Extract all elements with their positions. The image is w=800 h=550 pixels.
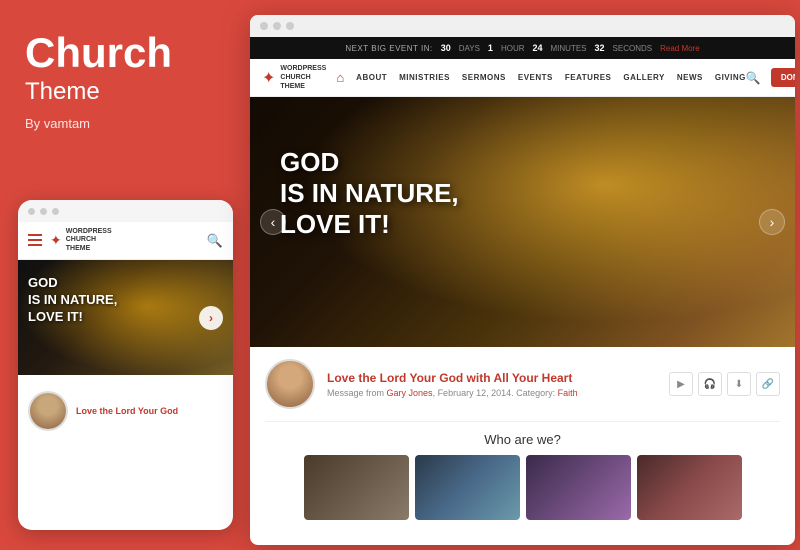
event-seconds-count: 32 xyxy=(595,43,605,53)
event-read-more-link[interactable]: Read More xyxy=(660,44,700,53)
desktop-dot-3 xyxy=(286,22,294,30)
desktop-mockup: NEXT BIG EVENT IN: 30 DAYS 1 HOUR 24 MIN… xyxy=(250,15,795,545)
sermon-category: Faith xyxy=(558,388,578,398)
who-image-3 xyxy=(526,455,631,520)
mobile-dot-2 xyxy=(40,208,47,215)
mobile-hero-next-arrow[interactable]: › xyxy=(199,306,223,330)
sermon-speaker-avatar xyxy=(265,359,315,409)
hero-next-arrow[interactable]: › xyxy=(759,209,785,235)
hamburger-icon[interactable] xyxy=(28,234,42,246)
mobile-content: Love the Lord Your God xyxy=(18,375,233,441)
who-image-4-inner xyxy=(637,455,742,520)
sermon-download-button[interactable]: ⬇ xyxy=(727,372,751,396)
who-image-3-inner xyxy=(526,455,631,520)
mobile-avatar-row: Love the Lord Your God xyxy=(28,391,223,431)
desktop-dot-2 xyxy=(273,22,281,30)
desktop-nav-right: 🔍 Donate xyxy=(746,68,795,87)
sermon-audio-button[interactable]: 🎧 xyxy=(698,372,722,396)
desktop-dot-1 xyxy=(260,22,268,30)
who-images-row xyxy=(265,455,780,520)
nav-link-giving[interactable]: GIVING xyxy=(715,73,746,82)
sermon-play-button[interactable]: ▶ xyxy=(669,372,693,396)
desktop-nav: ✦ WORDPRESSCHURCHTHEME ⌂ ABOUT MINISTRIE… xyxy=(250,59,795,97)
mobile-sermon-title: Love the Lord Your God xyxy=(76,405,178,418)
mobile-nav: ✦ WORDPRESSCHURCHTHEME 🔍 xyxy=(18,222,233,260)
sermon-action-icons: ▶ 🎧 ⬇ 🔗 xyxy=(669,372,780,396)
nav-link-about[interactable]: ABOUT xyxy=(356,73,387,82)
mobile-hero-line2: IS IN NATURE, xyxy=(28,292,117,309)
mobile-top-bar xyxy=(18,200,233,222)
who-section: Who are we? xyxy=(265,432,780,520)
mobile-search-icon[interactable]: 🔍 xyxy=(207,233,223,249)
event-hours-count: 1 xyxy=(488,43,493,53)
desktop-hero-line3: LOVE IT! xyxy=(280,209,459,240)
event-days-count: 30 xyxy=(441,43,451,53)
mobile-hero-text: GOD IS IN NATURE, LOVE IT! xyxy=(28,275,117,326)
nav-link-features[interactable]: FEATURES xyxy=(565,73,612,82)
mobile-logo-text: WORDPRESSCHURCHTHEME xyxy=(66,228,112,253)
who-image-2 xyxy=(415,455,520,520)
nav-link-news[interactable]: NEWS xyxy=(677,73,703,82)
desktop-hero-line2: IS IN NATURE, xyxy=(280,178,459,209)
desktop-event-bar: NEXT BIG EVENT IN: 30 DAYS 1 HOUR 24 MIN… xyxy=(250,37,795,59)
desktop-logo-icon: ✦ xyxy=(262,68,275,88)
nav-link-ministries[interactable]: MINISTRIES xyxy=(399,73,450,82)
sermon-row: Love the Lord Your God with All Your Hea… xyxy=(265,359,780,422)
desktop-logo-text: WORDPRESSCHURCHTHEME xyxy=(280,64,326,91)
nav-link-sermons[interactable]: SERMONS xyxy=(462,73,506,82)
who-image-2-inner xyxy=(415,455,520,520)
home-nav-icon[interactable]: ⌂ xyxy=(336,70,344,85)
mobile-hero: GOD IS IN NATURE, LOVE IT! › xyxy=(18,260,233,375)
event-minutes-count: 24 xyxy=(533,43,543,53)
theme-title: Church xyxy=(25,30,220,76)
nav-link-gallery[interactable]: GALLERY xyxy=(623,73,664,82)
mobile-dot-1 xyxy=(28,208,35,215)
who-image-4 xyxy=(637,455,742,520)
desktop-logo: ✦ WORDPRESSCHURCHTHEME xyxy=(262,64,326,91)
desktop-hero-line1: GOD xyxy=(280,147,459,178)
mobile-logo-icon: ✦ xyxy=(50,232,62,249)
who-image-1 xyxy=(304,455,409,520)
mobile-mockup: ✦ WORDPRESSCHURCHTHEME 🔍 GOD IS IN NATUR… xyxy=(18,200,233,530)
theme-author: By vamtam xyxy=(25,116,220,131)
desktop-top-bar xyxy=(250,15,795,37)
desktop-hero-text: GOD IS IN NATURE, LOVE IT! xyxy=(280,147,459,241)
mobile-nav-left: ✦ WORDPRESSCHURCHTHEME xyxy=(28,228,112,253)
event-bar-label: NEXT BIG EVENT IN: xyxy=(345,44,432,53)
sermon-title[interactable]: Love the Lord Your God with All Your Hea… xyxy=(327,371,657,385)
sermon-meta: Message from Gary Jones, February 12, 20… xyxy=(327,388,657,398)
desktop-hero: GOD IS IN NATURE, LOVE IT! ‹ › xyxy=(250,97,795,347)
left-panel: Church Theme By vamtam ✦ WORDPRESSCHURCH… xyxy=(0,0,245,550)
nav-link-events[interactable]: EVENTS xyxy=(518,73,553,82)
mobile-hero-line3: LOVE IT! xyxy=(28,309,117,326)
sermon-author: Gary Jones xyxy=(387,388,433,398)
hero-prev-arrow[interactable]: ‹ xyxy=(260,209,286,235)
desktop-nav-links: ⌂ ABOUT MINISTRIES SERMONS EVENTS FEATUR… xyxy=(336,70,746,85)
who-image-1-inner xyxy=(304,455,409,520)
mobile-dot-3 xyxy=(52,208,59,215)
mobile-sermon-avatar xyxy=(28,391,68,431)
desktop-search-icon[interactable]: 🔍 xyxy=(746,71,761,85)
event-days-unit: DAYS xyxy=(459,44,480,53)
desktop-content-area: Love the Lord Your God with All Your Hea… xyxy=(250,347,795,532)
event-seconds-unit: SECONDS xyxy=(613,44,653,53)
sermon-link-button[interactable]: 🔗 xyxy=(756,372,780,396)
who-title: Who are we? xyxy=(265,432,780,447)
event-hours-unit: HOUR xyxy=(501,44,525,53)
donate-button[interactable]: Donate xyxy=(771,68,795,87)
theme-subtitle: Theme xyxy=(25,78,220,106)
mobile-hero-line1: GOD xyxy=(28,275,117,292)
sermon-info: Love the Lord Your God with All Your Hea… xyxy=(327,371,657,398)
mobile-logo-area: ✦ WORDPRESSCHURCHTHEME xyxy=(50,228,112,253)
event-minutes-unit: MINUTES xyxy=(551,44,587,53)
